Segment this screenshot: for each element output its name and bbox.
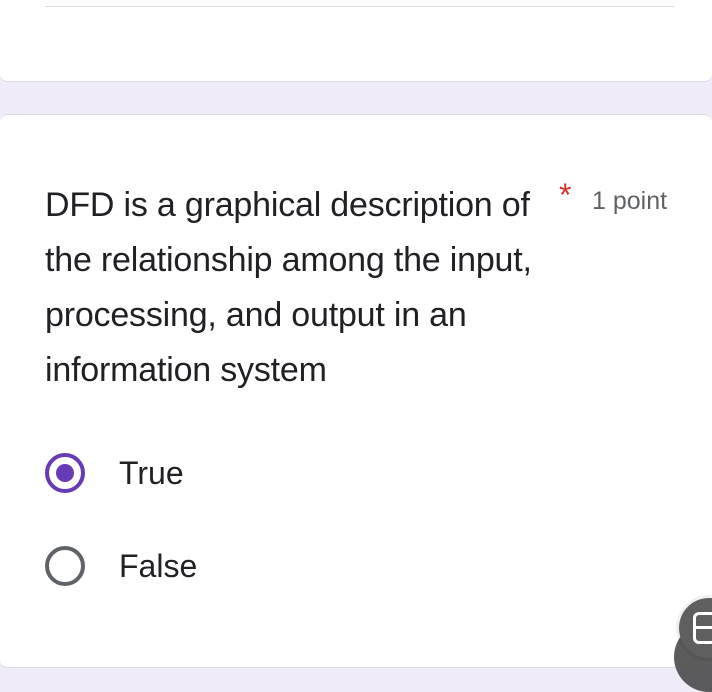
radio-button-unselected[interactable] xyxy=(45,546,85,586)
previous-question-card xyxy=(0,0,712,82)
question-card: DFD is a graphical description of the re… xyxy=(0,114,712,668)
required-asterisk: * xyxy=(559,177,572,213)
option-label-false: False xyxy=(119,547,198,584)
screen-capture-icon-line xyxy=(693,626,712,629)
option-false[interactable]: False xyxy=(45,542,197,590)
radio-dot xyxy=(56,464,74,482)
question-text: DFD is a graphical description of the re… xyxy=(45,186,532,389)
divider xyxy=(45,6,674,7)
option-label-true: True xyxy=(119,454,184,491)
points-label: 1 point xyxy=(592,187,668,215)
option-true[interactable]: True xyxy=(45,449,184,497)
radio-button-selected[interactable] xyxy=(45,453,85,493)
